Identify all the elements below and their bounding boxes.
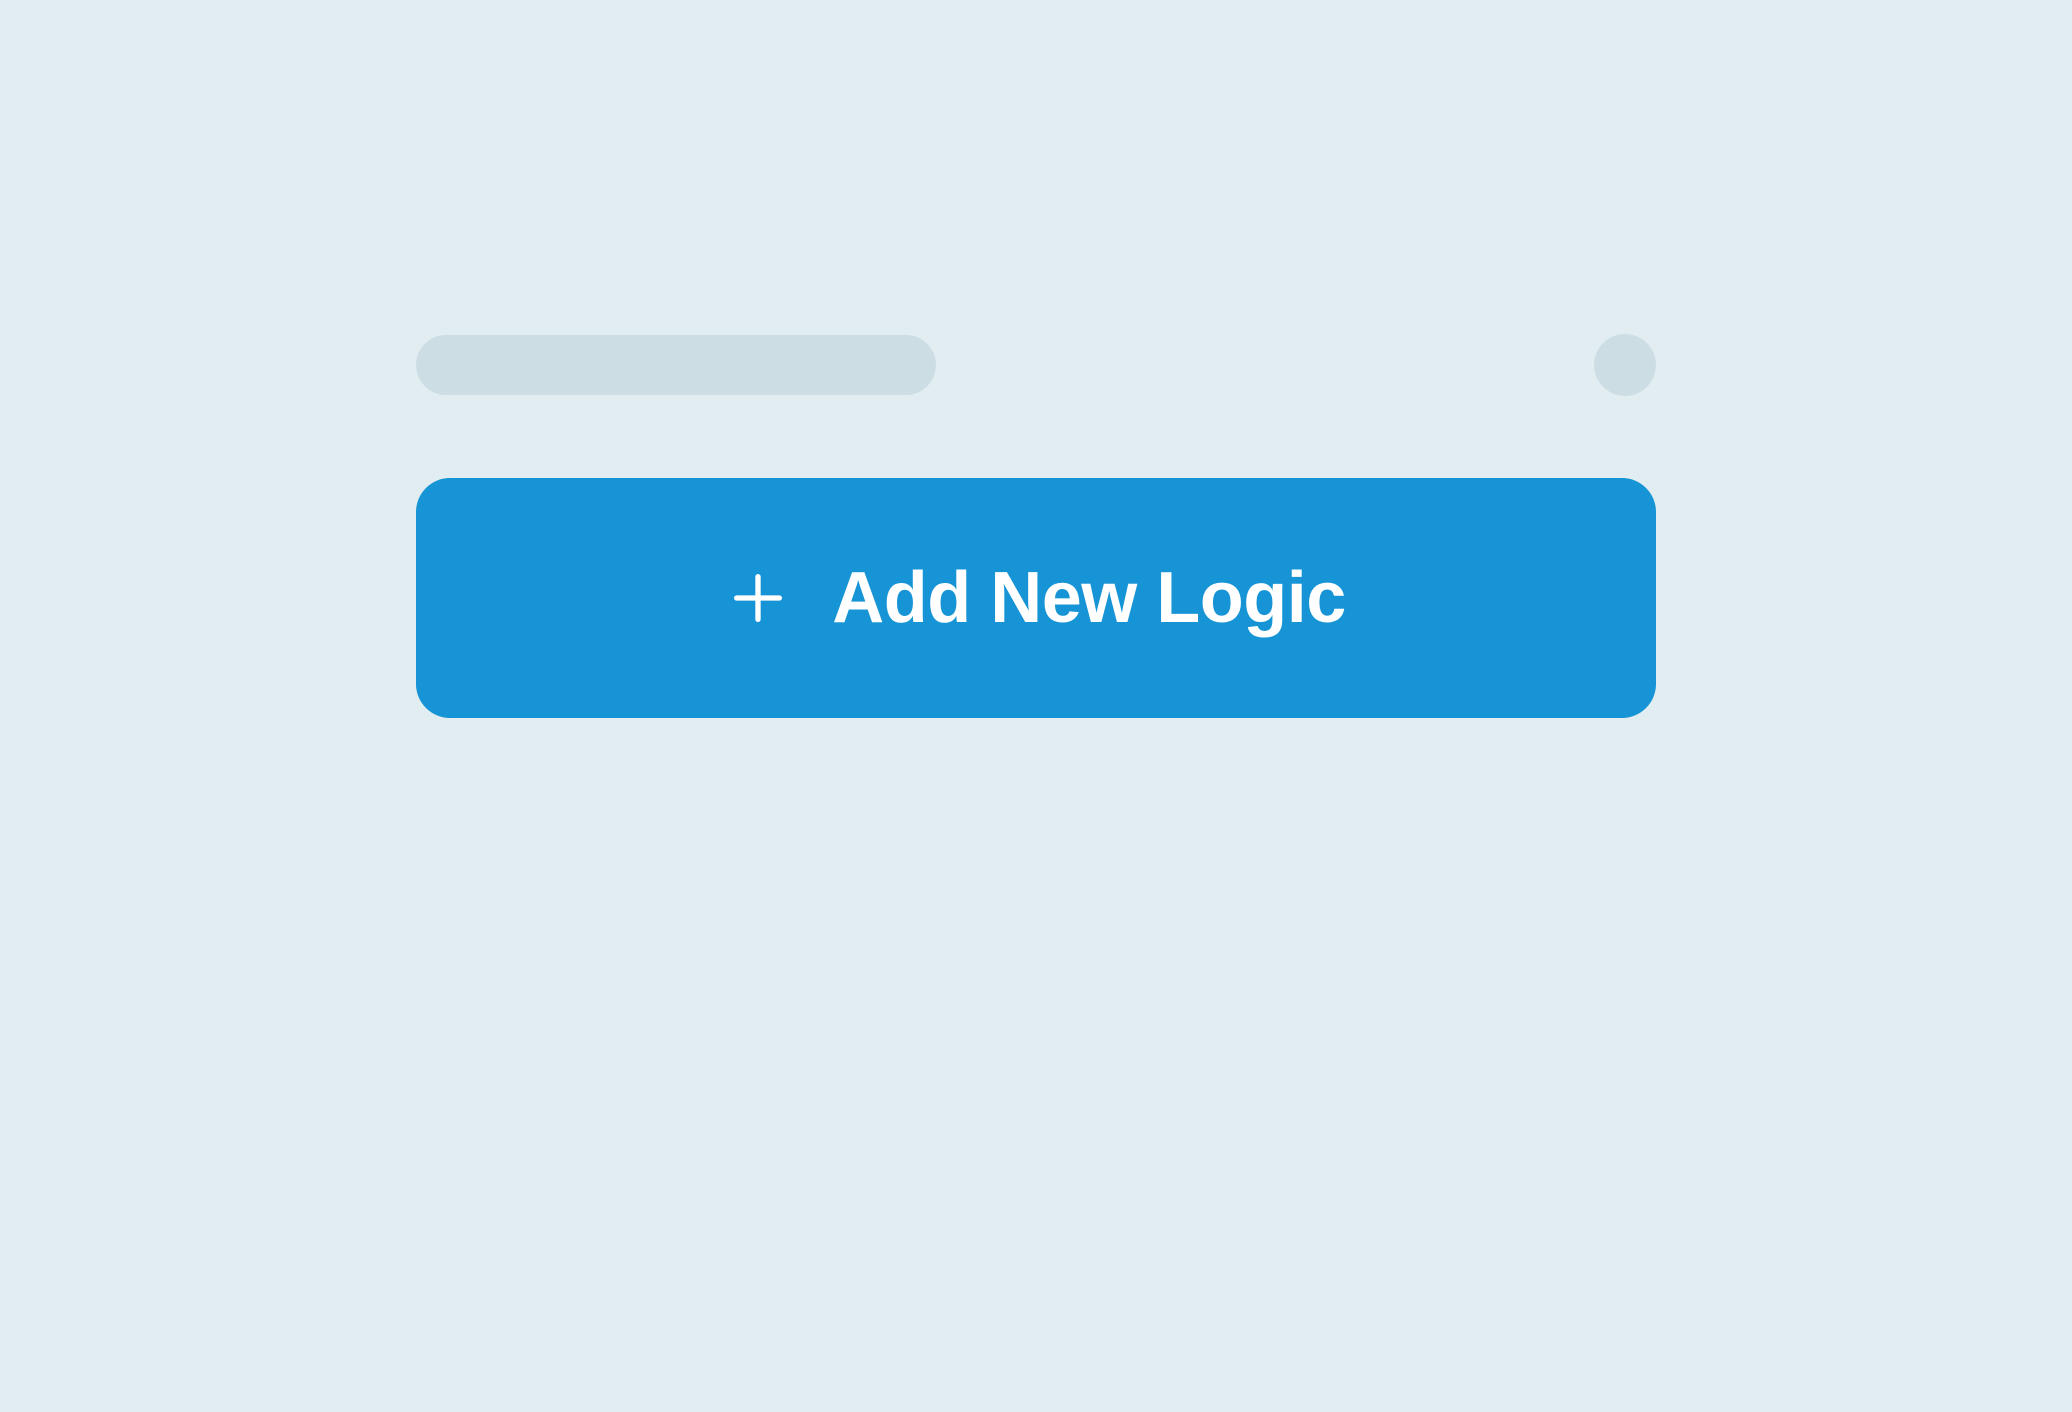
- content-container: Add New Logic: [416, 334, 1656, 718]
- plus-icon: [726, 566, 790, 630]
- add-button-label: Add New Logic: [832, 557, 1346, 639]
- skeleton-bar: [416, 335, 936, 395]
- add-new-logic-button[interactable]: Add New Logic: [416, 478, 1656, 718]
- skeleton-circle: [1594, 334, 1656, 396]
- header-row: [416, 334, 1656, 396]
